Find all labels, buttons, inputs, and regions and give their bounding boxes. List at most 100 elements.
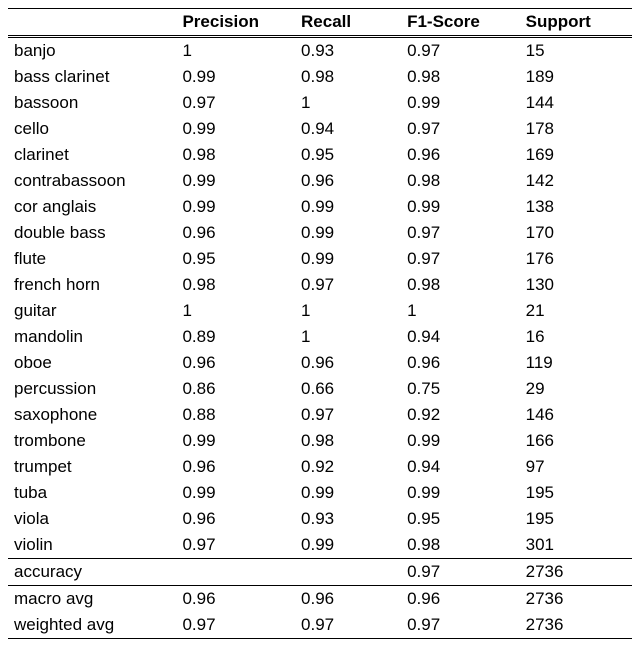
table-row: flute0.950.990.97176 [8,246,632,272]
cell-support: 15 [520,37,632,65]
cell-f1: 0.96 [401,142,520,168]
row-label: bass clarinet [8,64,176,90]
cell-recall: 0.98 [295,428,401,454]
table-row: weighted avg0.970.970.972736 [8,612,632,639]
cell-support: 144 [520,90,632,116]
cell-f1: 0.95 [401,506,520,532]
cell-precision: 0.86 [176,376,295,402]
cell-precision: 0.99 [176,168,295,194]
table-row: contrabassoon0.990.960.98142 [8,168,632,194]
cell-precision: 0.96 [176,350,295,376]
table-row: trumpet0.960.920.9497 [8,454,632,480]
cell-recall: 1 [295,90,401,116]
table-row: violin0.970.990.98301 [8,532,632,559]
cell-precision: 0.99 [176,480,295,506]
cell-support: 170 [520,220,632,246]
cell-precision: 0.89 [176,324,295,350]
cell-recall: 0.97 [295,612,401,639]
table-row: oboe0.960.960.96119 [8,350,632,376]
cell-precision: 0.99 [176,194,295,220]
row-label: banjo [8,37,176,65]
table-row: percussion0.860.660.7529 [8,376,632,402]
cell-precision: 0.97 [176,90,295,116]
col-recall: Recall [295,9,401,37]
row-label: bassoon [8,90,176,116]
cell-recall: 0.94 [295,116,401,142]
cell-support: 142 [520,168,632,194]
cell-support: 195 [520,506,632,532]
table-row: french horn0.980.970.98130 [8,272,632,298]
cell-f1: 0.96 [401,586,520,613]
cell-recall: 0.96 [295,350,401,376]
table-row: clarinet0.980.950.96169 [8,142,632,168]
row-label: clarinet [8,142,176,168]
cell-recall: 1 [295,324,401,350]
cell-recall: 0.93 [295,506,401,532]
cell-support: 169 [520,142,632,168]
row-label: macro avg [8,586,176,613]
cell-recall: 0.93 [295,37,401,65]
cell-precision: 0.96 [176,220,295,246]
cell-recall: 0.66 [295,376,401,402]
table-row: macro avg0.960.960.962736 [8,586,632,613]
cell-support: 166 [520,428,632,454]
cell-precision: 0.98 [176,272,295,298]
cell-support: 2736 [520,559,632,586]
cell-precision: 0.98 [176,142,295,168]
cell-support: 146 [520,402,632,428]
row-label: cello [8,116,176,142]
cell-recall: 0.99 [295,194,401,220]
cell-f1: 0.96 [401,350,520,376]
cell-f1: 0.98 [401,64,520,90]
table-row: viola0.960.930.95195 [8,506,632,532]
cell-recall: 0.96 [295,586,401,613]
table-row: double bass0.960.990.97170 [8,220,632,246]
cell-recall: 0.97 [295,272,401,298]
classification-report-table: Precision Recall F1-Score Support banjo1… [8,8,632,639]
cell-support: 2736 [520,612,632,639]
cell-support: 119 [520,350,632,376]
cell-precision: 0.96 [176,506,295,532]
cell-support: 2736 [520,586,632,613]
cell-support: 97 [520,454,632,480]
cell-support: 21 [520,298,632,324]
col-blank [8,9,176,37]
table-row: tuba0.990.990.99195 [8,480,632,506]
cell-support: 29 [520,376,632,402]
cell-f1: 0.99 [401,90,520,116]
cell-precision: 0.96 [176,586,295,613]
row-label: flute [8,246,176,272]
cell-f1: 0.97 [401,37,520,65]
table-row: cor anglais0.990.990.99138 [8,194,632,220]
cell-support: 178 [520,116,632,142]
cell-f1: 0.97 [401,246,520,272]
cell-f1: 0.97 [401,559,520,586]
cell-recall [295,559,401,586]
cell-support: 195 [520,480,632,506]
cell-f1: 0.97 [401,116,520,142]
cell-precision: 0.97 [176,532,295,559]
row-label: weighted avg [8,612,176,639]
cell-precision: 0.88 [176,402,295,428]
cell-f1: 0.98 [401,168,520,194]
col-f1: F1-Score [401,9,520,37]
col-precision: Precision [176,9,295,37]
cell-precision [176,559,295,586]
cell-support: 130 [520,272,632,298]
cell-precision: 0.97 [176,612,295,639]
cell-support: 16 [520,324,632,350]
cell-precision: 0.95 [176,246,295,272]
row-label: contrabassoon [8,168,176,194]
row-label: trumpet [8,454,176,480]
cell-precision: 0.99 [176,64,295,90]
cell-recall: 1 [295,298,401,324]
row-label: tuba [8,480,176,506]
table-row: trombone0.990.980.99166 [8,428,632,454]
cell-f1: 0.99 [401,194,520,220]
table-row: cello0.990.940.97178 [8,116,632,142]
table-row: banjo10.930.9715 [8,37,632,65]
cell-recall: 0.99 [295,220,401,246]
cell-recall: 0.99 [295,246,401,272]
cell-recall: 0.95 [295,142,401,168]
row-label: mandolin [8,324,176,350]
